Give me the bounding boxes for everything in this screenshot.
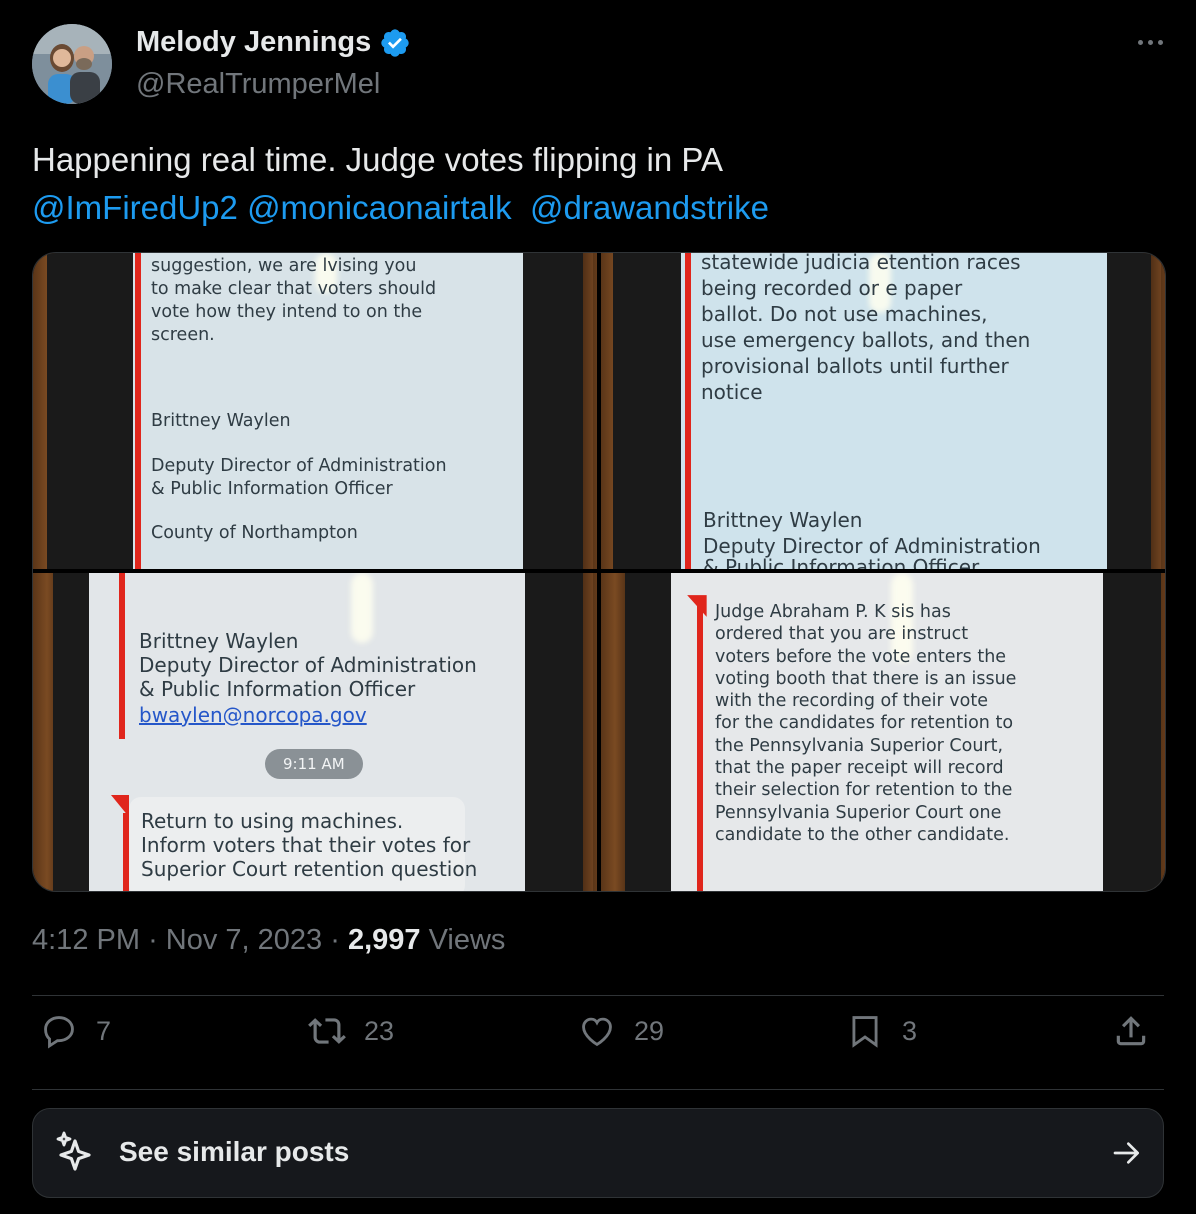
views-label: Views [428, 924, 506, 956]
photo-1-county: County of Northampton [151, 523, 358, 543]
photo-2-signature: Brittney Waylen Deputy Director of Admin… [703, 508, 1041, 558]
tweet-mentions: @ImFiredUp2 @monicaonairtalk @drawandstr… [32, 184, 1162, 232]
bookmark-icon [852, 1016, 878, 1048]
more-options-icon[interactable] [1132, 30, 1168, 54]
photo-1[interactable]: suggestion, we are lvising you to make c… [33, 253, 597, 569]
photo-3[interactable]: Brittney Waylen Deputy Director of Admin… [33, 573, 597, 891]
repost-button[interactable]: 23 [308, 1012, 394, 1050]
like-count: 29 [634, 1015, 665, 1046]
photo-2-text: statewide judicia etention races being r… [701, 253, 1031, 404]
like-button[interactable]: 29 [578, 1012, 664, 1050]
reply-count: 7 [96, 1015, 112, 1046]
heart-icon [582, 1017, 612, 1047]
post-meta: 4:12 PM · Nov 7, 2023 · 2,997 Views [32, 924, 505, 957]
post-time[interactable]: 4:12 PM [32, 924, 140, 956]
bookmark-button[interactable]: 3 [846, 1012, 917, 1050]
see-similar-posts-label: See similar posts [119, 1136, 350, 1167]
repost-count: 23 [364, 1015, 395, 1046]
arrow-right-icon [1113, 1142, 1139, 1164]
meta-separator: · [148, 924, 166, 956]
media-grid: suggestion, we are lvising you to make c… [32, 252, 1166, 892]
tweet-body: Happening real time. Judge votes flippin… [32, 141, 723, 178]
author-name[interactable]: Melody Jennings [136, 26, 411, 59]
photo-3-email-link: bwaylen@norcopa.gov [139, 703, 367, 727]
author-handle[interactable]: @RealTrumperMel [136, 68, 380, 101]
post-date[interactable]: Nov 7, 2023 [166, 924, 322, 956]
views-count: 2,997 [347, 924, 421, 956]
mention-link[interactable]: @monicaonairtalk [247, 189, 512, 226]
verified-badge-icon [381, 28, 409, 57]
action-bar: 7 23 29 3 [32, 1014, 1164, 1074]
photo-1-name: Brittney Waylen [151, 411, 291, 431]
photo-1-text: suggestion, we are lvising you to make c… [151, 256, 437, 345]
photo-3-signature: Brittney Waylen Deputy Director of Admin… [139, 629, 477, 701]
photo-4[interactable]: Judge Abraham P. K sis has ordered that … [601, 573, 1165, 891]
divider [32, 995, 1164, 996]
photo-2[interactable]: statewide judicia etention races being r… [601, 253, 1165, 569]
mention-link[interactable]: @drawandstrike [530, 189, 769, 226]
photo-3-text: Return to using machines. Inform voters … [141, 809, 478, 881]
reply-icon [44, 1016, 74, 1049]
photo-3-time-pill: 9:11 AM [265, 749, 363, 779]
photo-1-title: Deputy Director of Administration & Publ… [151, 456, 447, 499]
see-similar-posts-button[interactable]: See similar posts [32, 1108, 1164, 1198]
photo-4-text: Judge Abraham P. K sis has ordered that … [715, 602, 1017, 845]
bookmark-count: 3 [902, 1015, 918, 1046]
photo-2-cut-line: & Public Information Officer [703, 555, 980, 569]
share-button[interactable] [1112, 1012, 1150, 1050]
share-icon [1116, 1016, 1146, 1046]
meta-separator: · [330, 924, 348, 956]
repost-icon [308, 1018, 346, 1044]
mention-link[interactable]: @ImFiredUp2 [32, 189, 238, 226]
tweet-text: Happening real time. Judge votes flippin… [32, 136, 1162, 232]
reply-button[interactable]: 7 [40, 1012, 111, 1050]
divider [32, 1089, 1164, 1090]
avatar[interactable] [32, 24, 112, 104]
author-name-text[interactable]: Melody Jennings [136, 26, 371, 59]
sparkle-icon [56, 1131, 91, 1171]
